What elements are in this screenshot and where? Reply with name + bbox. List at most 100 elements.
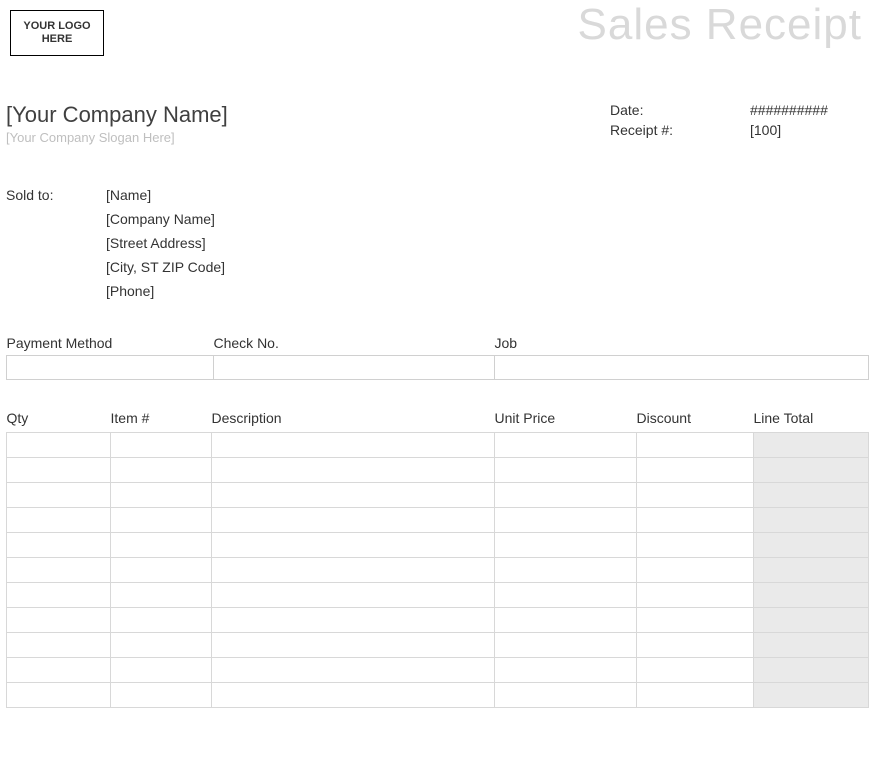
qty-cell[interactable] bbox=[7, 658, 111, 683]
table-row bbox=[7, 633, 869, 658]
qty-cell[interactable] bbox=[7, 633, 111, 658]
desc-cell[interactable] bbox=[212, 558, 495, 583]
disc-cell[interactable] bbox=[637, 533, 754, 558]
item-cell[interactable] bbox=[111, 508, 212, 533]
unit-cell[interactable] bbox=[495, 508, 637, 533]
line-total-cell bbox=[754, 633, 869, 658]
table-row bbox=[7, 683, 869, 708]
job-cell[interactable] bbox=[495, 356, 869, 380]
unit-cell[interactable] bbox=[495, 583, 637, 608]
unit-price-header: Unit Price bbox=[495, 410, 637, 433]
discount-header: Discount bbox=[637, 410, 754, 433]
date-label: Date: bbox=[610, 102, 750, 118]
desc-cell[interactable] bbox=[212, 533, 495, 558]
disc-cell[interactable] bbox=[637, 483, 754, 508]
payment-method-cell[interactable] bbox=[7, 356, 214, 380]
item-cell[interactable] bbox=[111, 583, 212, 608]
line-total-cell bbox=[754, 433, 869, 458]
check-no-header: Check No. bbox=[214, 335, 495, 356]
table-row bbox=[7, 533, 869, 558]
qty-header: Qty bbox=[7, 410, 111, 433]
disc-cell[interactable] bbox=[637, 583, 754, 608]
item-cell[interactable] bbox=[111, 658, 212, 683]
unit-cell[interactable] bbox=[495, 558, 637, 583]
item-cell[interactable] bbox=[111, 608, 212, 633]
table-row bbox=[7, 658, 869, 683]
table-row bbox=[7, 508, 869, 533]
description-header: Description bbox=[212, 410, 495, 433]
disc-cell[interactable] bbox=[637, 558, 754, 583]
qty-cell[interactable] bbox=[7, 433, 111, 458]
desc-cell[interactable] bbox=[212, 608, 495, 633]
item-cell[interactable] bbox=[111, 633, 212, 658]
unit-cell[interactable] bbox=[495, 633, 637, 658]
line-total-cell bbox=[754, 533, 869, 558]
receipt-number-value: [100] bbox=[750, 122, 870, 138]
sold-to-street: [Street Address] bbox=[106, 235, 225, 251]
disc-cell[interactable] bbox=[637, 433, 754, 458]
line-total-cell bbox=[754, 558, 869, 583]
disc-cell[interactable] bbox=[637, 458, 754, 483]
desc-cell[interactable] bbox=[212, 458, 495, 483]
disc-cell[interactable] bbox=[637, 608, 754, 633]
logo-placeholder: YOUR LOGO HERE bbox=[10, 10, 104, 56]
qty-cell[interactable] bbox=[7, 683, 111, 708]
unit-cell[interactable] bbox=[495, 683, 637, 708]
table-row bbox=[7, 583, 869, 608]
desc-cell[interactable] bbox=[212, 508, 495, 533]
desc-cell[interactable] bbox=[212, 483, 495, 508]
job-header: Job bbox=[495, 335, 869, 356]
unit-cell[interactable] bbox=[495, 458, 637, 483]
table-row bbox=[7, 433, 869, 458]
item-cell[interactable] bbox=[111, 683, 212, 708]
disc-cell[interactable] bbox=[637, 683, 754, 708]
sold-to-company: [Company Name] bbox=[106, 211, 225, 227]
table-row bbox=[7, 458, 869, 483]
line-total-cell bbox=[754, 658, 869, 683]
qty-cell[interactable] bbox=[7, 583, 111, 608]
desc-cell[interactable] bbox=[212, 633, 495, 658]
disc-cell[interactable] bbox=[637, 633, 754, 658]
item-cell[interactable] bbox=[111, 558, 212, 583]
line-total-cell bbox=[754, 483, 869, 508]
date-value: ########## bbox=[750, 102, 870, 118]
sold-to-city: [City, ST ZIP Code] bbox=[106, 259, 225, 275]
line-total-cell bbox=[754, 608, 869, 633]
line-total-cell bbox=[754, 683, 869, 708]
item-cell[interactable] bbox=[111, 458, 212, 483]
check-no-cell[interactable] bbox=[214, 356, 495, 380]
unit-cell[interactable] bbox=[495, 483, 637, 508]
desc-cell[interactable] bbox=[212, 658, 495, 683]
payment-method-header: Payment Method bbox=[7, 335, 214, 356]
table-row bbox=[7, 608, 869, 633]
qty-cell[interactable] bbox=[7, 558, 111, 583]
unit-cell[interactable] bbox=[495, 433, 637, 458]
line-total-cell bbox=[754, 583, 869, 608]
qty-cell[interactable] bbox=[7, 508, 111, 533]
unit-cell[interactable] bbox=[495, 533, 637, 558]
item-cell[interactable] bbox=[111, 433, 212, 458]
desc-cell[interactable] bbox=[212, 433, 495, 458]
items-table: Qty Item # Description Unit Price Discou… bbox=[6, 410, 869, 708]
qty-cell[interactable] bbox=[7, 608, 111, 633]
qty-cell[interactable] bbox=[7, 533, 111, 558]
table-row bbox=[7, 483, 869, 508]
sold-to-phone: [Phone] bbox=[106, 283, 225, 299]
payment-table: Payment Method Check No. Job bbox=[6, 335, 869, 380]
desc-cell[interactable] bbox=[212, 583, 495, 608]
item-cell[interactable] bbox=[111, 483, 212, 508]
line-total-cell bbox=[754, 458, 869, 483]
desc-cell[interactable] bbox=[212, 683, 495, 708]
receipt-number-label: Receipt #: bbox=[610, 122, 750, 138]
unit-cell[interactable] bbox=[495, 658, 637, 683]
table-row bbox=[7, 558, 869, 583]
disc-cell[interactable] bbox=[637, 658, 754, 683]
qty-cell[interactable] bbox=[7, 483, 111, 508]
unit-cell[interactable] bbox=[495, 608, 637, 633]
item-cell[interactable] bbox=[111, 533, 212, 558]
disc-cell[interactable] bbox=[637, 508, 754, 533]
company-slogan: [Your Company Slogan Here] bbox=[6, 130, 610, 145]
company-name: [Your Company Name] bbox=[6, 102, 610, 128]
qty-cell[interactable] bbox=[7, 458, 111, 483]
line-total-cell bbox=[754, 508, 869, 533]
